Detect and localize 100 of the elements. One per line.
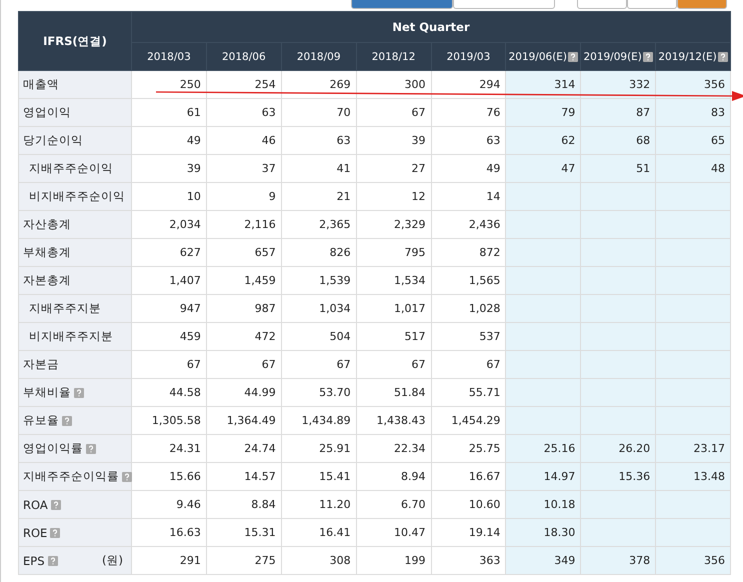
table-cell: 291 bbox=[132, 546, 206, 574]
table-cell: 947 bbox=[132, 294, 206, 322]
table-cell: 25.91 bbox=[281, 434, 356, 462]
table-cell: 67 bbox=[132, 350, 206, 378]
table-cell: 254 bbox=[206, 70, 282, 98]
table-cell: 49 bbox=[132, 126, 206, 154]
row-label: ROE bbox=[23, 526, 48, 540]
table-cell: 9.46 bbox=[132, 490, 206, 518]
table-cell: 332 bbox=[580, 70, 656, 98]
table-cell: 6.70 bbox=[356, 490, 431, 518]
column-header-label: 2019/03 bbox=[446, 50, 490, 62]
table-cell: 55.71 bbox=[431, 378, 506, 406]
table-cell: 70 bbox=[281, 98, 356, 126]
table-cell: 87 bbox=[580, 98, 656, 126]
table-cell: 250 bbox=[132, 70, 206, 98]
table-cell: 349 bbox=[506, 546, 581, 574]
table-cell: 627 bbox=[132, 238, 206, 266]
table-cell: 308 bbox=[281, 546, 356, 574]
help-icon[interactable] bbox=[718, 52, 728, 62]
table-cell: 300 bbox=[356, 70, 431, 98]
table-cell: 67 bbox=[356, 350, 431, 378]
table-cell: 37 bbox=[206, 154, 282, 182]
row-label: ROA bbox=[23, 498, 48, 512]
table-cell: 14.57 bbox=[206, 462, 282, 490]
table-cell: 51 bbox=[580, 154, 656, 182]
table-cell: 15.41 bbox=[281, 462, 356, 490]
table-cell: 1,454.29 bbox=[431, 406, 506, 434]
table-cell: 2,034 bbox=[132, 210, 206, 238]
table-cell: 46 bbox=[206, 126, 282, 154]
table-cell: 1,459 bbox=[206, 266, 282, 294]
table-cell: 79 bbox=[506, 98, 581, 126]
table-cell: 275 bbox=[206, 546, 282, 574]
table-cell: 1,407 bbox=[132, 266, 206, 294]
table-cell: 25.16 bbox=[506, 434, 581, 462]
row-label: 유보율 bbox=[23, 413, 59, 428]
table-cell: 44.99 bbox=[206, 378, 282, 406]
help-icon[interactable] bbox=[568, 52, 578, 62]
row-label: 지배주주순이익 bbox=[29, 161, 113, 176]
table-cell: 356 bbox=[656, 70, 730, 98]
table-cell: 19.14 bbox=[431, 518, 506, 546]
table-cell: 68 bbox=[580, 126, 656, 154]
table-cell: 363 bbox=[431, 546, 506, 574]
table-cell: 15.31 bbox=[206, 518, 282, 546]
table-cell: 517 bbox=[356, 322, 431, 350]
row-label: 자본금 bbox=[23, 357, 59, 372]
column-header-label: 2018/03 bbox=[147, 50, 191, 62]
table-cell: 2,436 bbox=[431, 210, 506, 238]
table-cell: 10.60 bbox=[431, 490, 506, 518]
table-cell: 269 bbox=[281, 70, 356, 98]
table-cell: 14 bbox=[431, 182, 506, 210]
table-cell: 44.58 bbox=[132, 378, 206, 406]
table-cell: 872 bbox=[431, 238, 506, 266]
row-label: 부채비율 bbox=[23, 385, 71, 400]
table-cell: 14.97 bbox=[506, 462, 581, 490]
table-cell: 27 bbox=[356, 154, 431, 182]
table-cell: 39 bbox=[132, 154, 206, 182]
table-cell: 795 bbox=[356, 238, 431, 266]
table-cell: 1,539 bbox=[281, 266, 356, 294]
table-cell: 2,365 bbox=[281, 210, 356, 238]
row-label: 자본총계 bbox=[23, 273, 71, 288]
table-cell: 26.20 bbox=[580, 434, 656, 462]
table-cell: 83 bbox=[656, 98, 730, 126]
table-cell: 21 bbox=[281, 182, 356, 210]
table-cell: 39 bbox=[356, 126, 431, 154]
table-cell: 51.84 bbox=[356, 378, 431, 406]
table-cell: 504 bbox=[281, 322, 356, 350]
table-cell: 23.17 bbox=[656, 434, 730, 462]
table-cell: 8.84 bbox=[206, 490, 282, 518]
table-cell: 65 bbox=[656, 126, 730, 154]
table-cell: 15.66 bbox=[132, 462, 206, 490]
table-cell: 1,017 bbox=[356, 294, 431, 322]
table-cell: 657 bbox=[206, 238, 282, 266]
table-cell: 67 bbox=[431, 350, 506, 378]
row-label: 영업이익률 bbox=[23, 441, 83, 456]
column-header-label: 2018/09 bbox=[296, 50, 340, 62]
row-label: 영업이익 bbox=[23, 105, 71, 120]
table-cell: 1,305.58 bbox=[132, 406, 206, 434]
table-cell: 1,364.49 bbox=[206, 406, 282, 434]
table-cell: 11.20 bbox=[281, 490, 356, 518]
table-cell: 1,028 bbox=[431, 294, 506, 322]
table-cell: 2,329 bbox=[356, 210, 431, 238]
table-corner-header: IFRS(연결) bbox=[18, 12, 132, 70]
help-icon[interactable] bbox=[642, 52, 653, 62]
table-cell: 15.36 bbox=[580, 462, 656, 490]
table-cell: 9 bbox=[206, 182, 282, 210]
table-cell: 16.41 bbox=[281, 518, 356, 546]
group-header: Net Quarter bbox=[132, 12, 730, 42]
table-cell: 18.30 bbox=[506, 518, 581, 546]
table-cell: 76 bbox=[431, 98, 506, 126]
table-cell: 294 bbox=[431, 70, 506, 98]
row-label: 지배주주지분 bbox=[29, 301, 101, 316]
column-header-label: 2018/06 bbox=[222, 50, 266, 62]
table-cell: 1,534 bbox=[356, 266, 431, 294]
table-cell: 49 bbox=[431, 154, 506, 182]
column-header-label: 2019/12(E) bbox=[658, 50, 717, 62]
table-cell: 1,438.43 bbox=[356, 406, 431, 434]
table-cell: 22.34 bbox=[356, 434, 431, 462]
table-cell: 12 bbox=[356, 182, 431, 210]
row-label: 당기순이익 bbox=[23, 133, 83, 148]
table-cell: 314 bbox=[506, 70, 581, 98]
